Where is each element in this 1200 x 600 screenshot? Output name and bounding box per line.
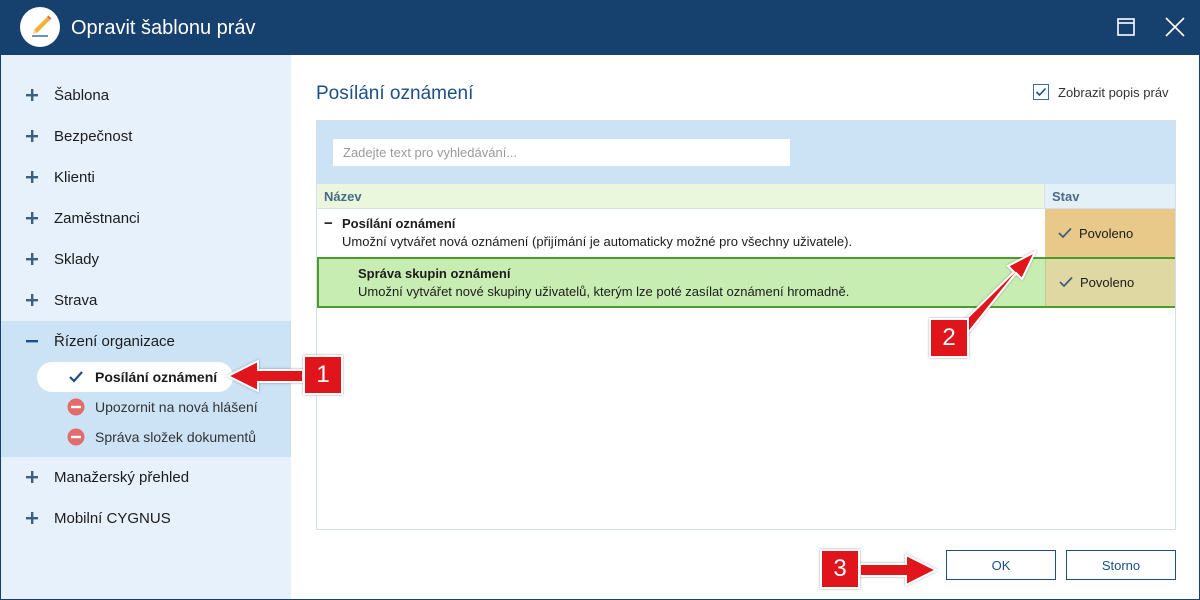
plus-icon — [25, 129, 39, 143]
maximize-icon — [1117, 18, 1135, 36]
sidebar-subitem-sprava-slozek[interactable]: Správa složek dokumentů — [1, 422, 291, 452]
state-cell[interactable]: Povoleno — [1045, 209, 1175, 257]
sidebar-item-label: Šablona — [54, 87, 110, 104]
denied-icon — [67, 398, 85, 416]
sidebar-item-sablona[interactable]: Šablona — [1, 75, 291, 116]
sidebar-subitem-label: Posílání oznámení — [95, 369, 218, 385]
plus-icon — [25, 211, 39, 225]
sidebar-item-zamestnanci[interactable]: Zaměstnanci — [1, 198, 291, 239]
table-row[interactable]: − Posílání oznámení Umožní vytvářet nová… — [317, 209, 1175, 257]
sidebar-item-label: Klienti — [54, 169, 95, 186]
sidebar-item-rizeni-organizace[interactable]: Řízení organizace — [1, 321, 291, 362]
show-descriptions-label[interactable]: Zobrazit popis práv — [1058, 85, 1169, 100]
sidebar-item-bezpecnost[interactable]: Bezpečnost — [1, 116, 291, 157]
sidebar-subitem-label: Správa složek dokumentů — [95, 429, 257, 445]
section-title: Posílání oznámení — [316, 83, 474, 104]
sidebar-item-label: Bezpečnost — [54, 128, 133, 145]
callout-badge-1: 1 — [303, 355, 343, 395]
row-description: Umožní vytvářet nové skupiny uživatelů, … — [358, 284, 850, 299]
callout-badge-3: 3 — [820, 549, 860, 589]
column-header-label: Název — [324, 189, 362, 204]
check-icon — [67, 368, 85, 386]
sidebar-item-label: Zaměstnanci — [54, 210, 140, 227]
sidebar-item-label: Sklady — [54, 251, 100, 268]
collapse-toggle[interactable]: − — [324, 215, 333, 232]
ok-button[interactable]: OK — [946, 550, 1056, 580]
check-icon — [1035, 87, 1047, 97]
row-title: Posílání oznámení — [342, 216, 456, 231]
check-icon — [1058, 227, 1072, 239]
state-cell[interactable]: Povoleno — [1045, 259, 1175, 306]
row-description: Umožní vytvářet nová oznámení (přijímání… — [342, 234, 853, 249]
close-icon — [1165, 17, 1185, 37]
sidebar: Šablona Bezpečnost Klienti Zaměstnanci S… — [1, 55, 291, 599]
close-button[interactable] — [1158, 10, 1192, 44]
plus-icon — [25, 88, 39, 102]
maximize-button[interactable] — [1109, 10, 1143, 44]
sidebar-item-label: Strava — [54, 292, 98, 309]
callout-badge-2: 2 — [929, 318, 969, 358]
check-icon — [1059, 276, 1073, 288]
callout-arrow-3 — [859, 553, 939, 587]
sidebar-item-mobilni-cygnus[interactable]: Mobilní CYGNUS — [1, 498, 291, 539]
title-bar: Opravit šablonu práv — [0, 0, 1200, 55]
sidebar-subitem-upozornit[interactable]: Upozornit na nová hlášení — [1, 392, 291, 422]
sidebar-item-klienti[interactable]: Klienti — [1, 157, 291, 198]
sidebar-item-sklady[interactable]: Sklady — [1, 239, 291, 280]
plus-icon — [25, 293, 39, 307]
pencil-logo-icon — [20, 7, 60, 47]
row-title: Správa skupin oznámení — [358, 266, 511, 281]
denied-icon — [67, 428, 85, 446]
cancel-button[interactable]: Storno — [1066, 550, 1176, 580]
sidebar-item-label: Manažerský přehled — [54, 469, 190, 486]
plus-icon — [25, 170, 39, 184]
search-input[interactable] — [333, 139, 790, 166]
window-title: Opravit šablonu práv — [71, 17, 256, 39]
column-header-name[interactable]: Název — [317, 184, 1044, 209]
column-header-label: Stav — [1052, 189, 1080, 204]
plus-icon — [25, 511, 39, 525]
show-descriptions-checkbox[interactable] — [1033, 84, 1049, 100]
permissions-grid: Název Stav − Posílání oznámení Umožní vy… — [316, 120, 1176, 530]
plus-icon — [25, 470, 39, 484]
sidebar-item-label: Řízení organizace — [54, 333, 175, 350]
search-band — [317, 121, 1175, 184]
state-label: Povoleno — [1079, 226, 1134, 241]
sidebar-item-manazersky-prehled[interactable]: Manažerský přehled — [1, 457, 291, 498]
table-row-selected[interactable]: Správa skupin oznámení Umožní vytvářet n… — [317, 257, 1175, 308]
sidebar-subitem-posilani-oznameni[interactable]: Posílání oznámení — [37, 362, 233, 392]
column-header-state[interactable]: Stav — [1044, 184, 1175, 209]
plus-icon — [25, 252, 39, 266]
sidebar-item-strava[interactable]: Strava — [1, 280, 291, 321]
minus-icon — [25, 334, 39, 348]
sidebar-subitem-label: Upozornit na nová hlášení — [95, 399, 258, 415]
sidebar-item-label: Mobilní CYGNUS — [54, 510, 171, 527]
state-label: Povoleno — [1080, 275, 1135, 290]
